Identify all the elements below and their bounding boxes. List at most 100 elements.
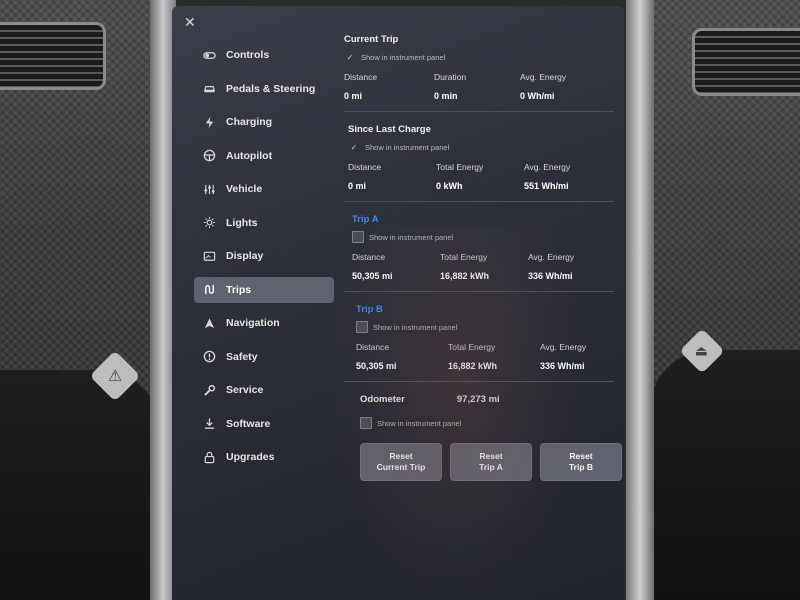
display-icon	[202, 249, 216, 263]
stat-label: Avg. Energy	[520, 72, 567, 82]
trips-panel: Current Trip ✓ Show in instrument panel …	[344, 34, 622, 481]
stat-label: Total Energy	[440, 252, 488, 262]
show-in-panel-row[interactable]: ✓ Show in instrument panel	[344, 51, 614, 63]
show-in-panel-row[interactable]: Show in instrument panel	[356, 321, 624, 333]
touchscreen: ✕ Controls Pedals & Steering Charging Au…	[172, 6, 624, 600]
sidebar-item-upgrades[interactable]: Upgrades	[194, 444, 334, 470]
stat-value: 0 kWh	[436, 181, 463, 191]
checkbox-unchecked[interactable]	[360, 417, 372, 429]
stat-total-energy: Total Energy 16,882 kWh	[448, 342, 540, 371]
button-label-line1: Reset	[479, 451, 503, 461]
sidebar-item-lights[interactable]: Lights	[194, 210, 334, 236]
sidebar-item-label: Controls	[226, 49, 270, 61]
stats-row: Distance 50,305 mi Total Energy 16,882 k…	[356, 342, 624, 371]
show-in-panel-row[interactable]: ✓ Show in instrument panel	[348, 141, 618, 153]
settings-sidebar: Controls Pedals & Steering Charging Auto…	[194, 42, 334, 478]
current-trip-section: Current Trip ✓ Show in instrument panel …	[344, 34, 614, 101]
button-label-line2: Trip A	[479, 462, 503, 472]
sidebar-item-safety[interactable]: Safety	[194, 344, 334, 370]
button-label-line1: Reset	[569, 451, 593, 461]
divider	[344, 201, 614, 202]
sidebar-item-label: Software	[226, 417, 271, 430]
sidebar-item-vehicle[interactable]: Vehicle	[194, 176, 334, 202]
stats-row: Distance 50,305 mi Total Energy 16,882 k…	[352, 252, 622, 281]
stat-value: 16,882 kWh	[440, 271, 490, 281]
hazard-icon: ⚠	[107, 368, 123, 385]
sidebar-item-software[interactable]: Software	[194, 411, 334, 437]
odometer-section: Odometer 97,273 mi Show in instrument pa…	[360, 394, 624, 481]
reset-current-trip-button[interactable]: Reset Current Trip	[360, 443, 442, 481]
stat-label: Distance	[356, 342, 390, 352]
sidebar-item-label: Trips	[226, 283, 252, 296]
checkbox-unchecked[interactable]	[352, 231, 364, 243]
stat-value: 50,305 mi	[352, 271, 393, 281]
sidebar-item-navigation[interactable]: Navigation	[194, 310, 334, 336]
sidebar-item-label: Safety	[226, 350, 258, 363]
sidebar-item-label: Pedals & Steering	[226, 82, 316, 95]
stat-label: Distance	[344, 72, 378, 82]
trip-b-section: Trip B Show in instrument panel Distance…	[356, 304, 624, 371]
air-vent-right	[692, 28, 800, 96]
stats-row: Distance 0 mi Duration 0 min Avg. Energy…	[344, 72, 614, 101]
sidebar-item-label: Service	[226, 384, 264, 396]
stat-value: 551 Wh/mi	[524, 181, 569, 191]
seat-left	[0, 370, 160, 600]
stat-label: Total Energy	[448, 342, 496, 352]
sidebar-item-service[interactable]: Service	[194, 377, 334, 403]
show-in-panel-row[interactable]: Show in instrument panel	[352, 231, 622, 243]
sliders-icon	[202, 182, 216, 196]
download-icon	[202, 417, 216, 431]
checkbox-label: Show in instrument panel	[361, 52, 446, 62]
stat-value: 0 mi	[348, 181, 367, 191]
stat-avg-energy: Avg. Energy 336 Wh/mi	[540, 342, 586, 371]
divider	[344, 381, 614, 382]
stat-duration: Duration 0 min	[434, 72, 520, 101]
stat-label: Distance	[348, 162, 382, 172]
checkbox-checked[interactable]: ✓	[348, 141, 360, 153]
sidebar-item-autopilot[interactable]: Autopilot	[194, 143, 334, 169]
sidebar-item-controls[interactable]: Controls	[194, 42, 334, 68]
reset-trip-b-button[interactable]: Reset Trip B	[540, 443, 622, 481]
section-title: Current Trip	[344, 34, 399, 45]
stats-row: Distance 0 mi Total Energy 0 kWh Avg. En…	[348, 162, 618, 191]
stat-avg-energy: Avg. Energy 336 Wh/mi	[528, 252, 574, 281]
car-icon	[202, 82, 216, 96]
wrench-icon	[202, 383, 216, 397]
navigation-arrow-icon	[202, 316, 216, 330]
checkbox-label: Show in instrument panel	[373, 322, 458, 332]
stat-value: 0 min	[434, 91, 458, 101]
divider	[344, 291, 614, 292]
stat-value: 0 Wh/mi	[520, 91, 555, 101]
stat-label: Duration	[434, 72, 467, 82]
checkbox-label: Show in instrument panel	[377, 418, 462, 428]
reset-trip-a-button[interactable]: Reset Trip A	[450, 443, 532, 481]
sidebar-item-label: Upgrades	[226, 451, 275, 463]
sidebar-item-trips[interactable]: Trips	[194, 276, 334, 303]
since-last-charge-section: Since Last Charge ✓ Show in instrument p…	[348, 124, 618, 191]
close-icon[interactable]: ✕	[184, 14, 196, 31]
stat-label: Avg. Energy	[540, 342, 587, 352]
divider	[344, 111, 614, 112]
stat-distance: Distance 50,305 mi	[352, 252, 440, 281]
toggle-icon	[202, 48, 216, 62]
section-title: Trip A	[352, 214, 379, 225]
section-title: Trip B	[356, 304, 383, 315]
trip-a-section: Trip A Show in instrument panel Distance…	[352, 214, 622, 281]
sidebar-item-label: Display	[226, 250, 264, 262]
sidebar-item-charging[interactable]: Charging	[194, 109, 334, 135]
show-in-panel-row[interactable]: Show in instrument panel	[360, 417, 624, 429]
alert-circle-icon	[202, 350, 216, 364]
checkbox-unchecked[interactable]	[356, 321, 368, 333]
sun-icon	[202, 216, 216, 230]
stat-label: Distance	[352, 252, 386, 262]
sidebar-item-label: Vehicle	[226, 183, 263, 195]
sidebar-item-pedals-steering[interactable]: Pedals & Steering	[194, 76, 334, 102]
bolt-icon	[202, 115, 216, 129]
odometer-value: 97,273 mi	[456, 394, 500, 405]
reset-buttons: Reset Current Trip Reset Trip A Reset Tr…	[360, 443, 624, 481]
checkbox-checked[interactable]: ✓	[344, 51, 356, 63]
glovebox-icon: ⏏	[695, 342, 709, 359]
stat-value: 0 mi	[344, 91, 363, 101]
sidebar-item-display[interactable]: Display	[194, 243, 334, 269]
sidebar-item-label: Lights	[226, 216, 258, 229]
